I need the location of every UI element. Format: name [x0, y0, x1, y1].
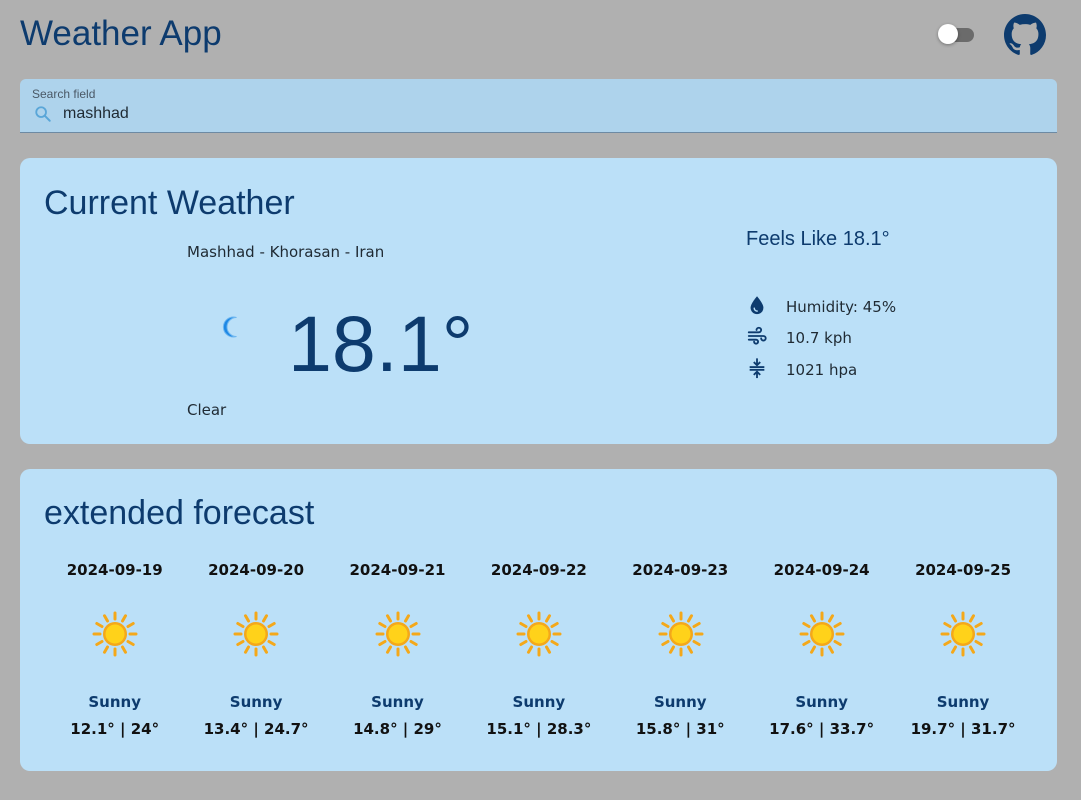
forecast-day: 2024-09-20 Sunny 13.4° | 24.7°	[185, 561, 326, 741]
toggle-thumb	[938, 24, 958, 44]
forecast-day: 2024-09-21 Sunny 14.8° | 29°	[327, 561, 468, 741]
forecast-date: 2024-09-21	[349, 561, 446, 579]
sun-icon	[658, 611, 704, 657]
forecast-temp-range: 15.8° | 31°	[635, 720, 725, 738]
wind-value: 10.7 kph	[786, 329, 852, 347]
forecast-date: 2024-09-19	[66, 561, 163, 579]
water-drop-icon	[746, 294, 768, 321]
search-icon	[34, 105, 52, 123]
forecast-day: 2024-09-24 Sunny 17.6° | 33.7°	[751, 561, 892, 741]
wind-icon	[746, 325, 768, 352]
sun-icon	[92, 611, 138, 657]
pressure-icon	[746, 357, 768, 384]
location-label: Mashhad - Khorasan - Iran	[187, 243, 385, 261]
forecast-temp-range: 12.1° | 24°	[70, 720, 160, 738]
forecast-condition: Sunny	[229, 693, 283, 711]
search-label: Search field	[32, 87, 96, 101]
forecast-condition: Sunny	[512, 693, 566, 711]
current-temperature: 18.1°	[288, 299, 474, 388]
sun-icon	[516, 611, 562, 657]
github-icon[interactable]	[1004, 14, 1046, 56]
search-field[interactable]: Search field	[20, 79, 1057, 133]
forecast-condition: Sunny	[653, 693, 707, 711]
forecast-card: extended forecast 2024-09-19 Sunny 12.1°…	[20, 469, 1057, 771]
pressure-value: 1021 hpa	[786, 361, 858, 379]
forecast-day: 2024-09-23 Sunny 15.8° | 31°	[610, 561, 751, 741]
forecast-temp-range: 13.4° | 24.7°	[203, 720, 309, 738]
forecast-condition: Sunny	[795, 693, 848, 711]
forecast-list: 2024-09-19 Sunny 12.1° | 24° 2024-09-20 …	[44, 561, 1034, 741]
forecast-temp-range: 15.1° | 28.3°	[486, 720, 592, 738]
app-title: Weather App	[20, 14, 222, 53]
forecast-condition: Sunny	[936, 693, 990, 711]
sun-icon	[799, 611, 845, 657]
current-weather-title: Current Weather	[44, 184, 295, 222]
forecast-day: 2024-09-22 Sunny 15.1° | 28.3°	[468, 561, 609, 741]
moon-icon	[220, 313, 248, 341]
pressure-row: 1021 hpa	[746, 357, 858, 384]
forecast-temp-range: 17.6° | 33.7°	[769, 720, 875, 738]
sun-icon	[940, 611, 986, 657]
forecast-condition: Sunny	[371, 693, 424, 711]
search-input[interactable]	[63, 103, 663, 125]
current-condition: Clear	[187, 401, 227, 419]
forecast-title: extended forecast	[44, 494, 315, 532]
wind-row: 10.7 kph	[746, 326, 852, 350]
forecast-date: 2024-09-24	[773, 561, 870, 579]
forecast-date: 2024-09-20	[208, 561, 305, 579]
forecast-temp-range: 14.8° | 29°	[353, 720, 442, 738]
forecast-condition: Sunny	[88, 693, 141, 711]
humidity-value: Humidity: 45%	[786, 298, 897, 316]
forecast-temp-range: 19.7° | 31.7°	[910, 720, 1016, 738]
feels-like: Feels Like 18.1°	[746, 228, 890, 250]
forecast-day: 2024-09-25 Sunny 19.7° | 31.7°	[892, 561, 1033, 741]
forecast-date: 2024-09-25	[915, 561, 1012, 579]
dark-mode-toggle[interactable]	[938, 24, 974, 44]
forecast-date: 2024-09-23	[632, 561, 729, 579]
forecast-day: 2024-09-19 Sunny 12.1° | 24°	[44, 561, 185, 741]
sun-icon	[233, 611, 279, 657]
forecast-date: 2024-09-22	[490, 561, 587, 579]
current-weather-card: Current Weather Mashhad - Khorasan - Ira…	[20, 158, 1057, 444]
sun-icon	[375, 611, 421, 657]
humidity-row: Humidity: 45%	[746, 295, 896, 319]
